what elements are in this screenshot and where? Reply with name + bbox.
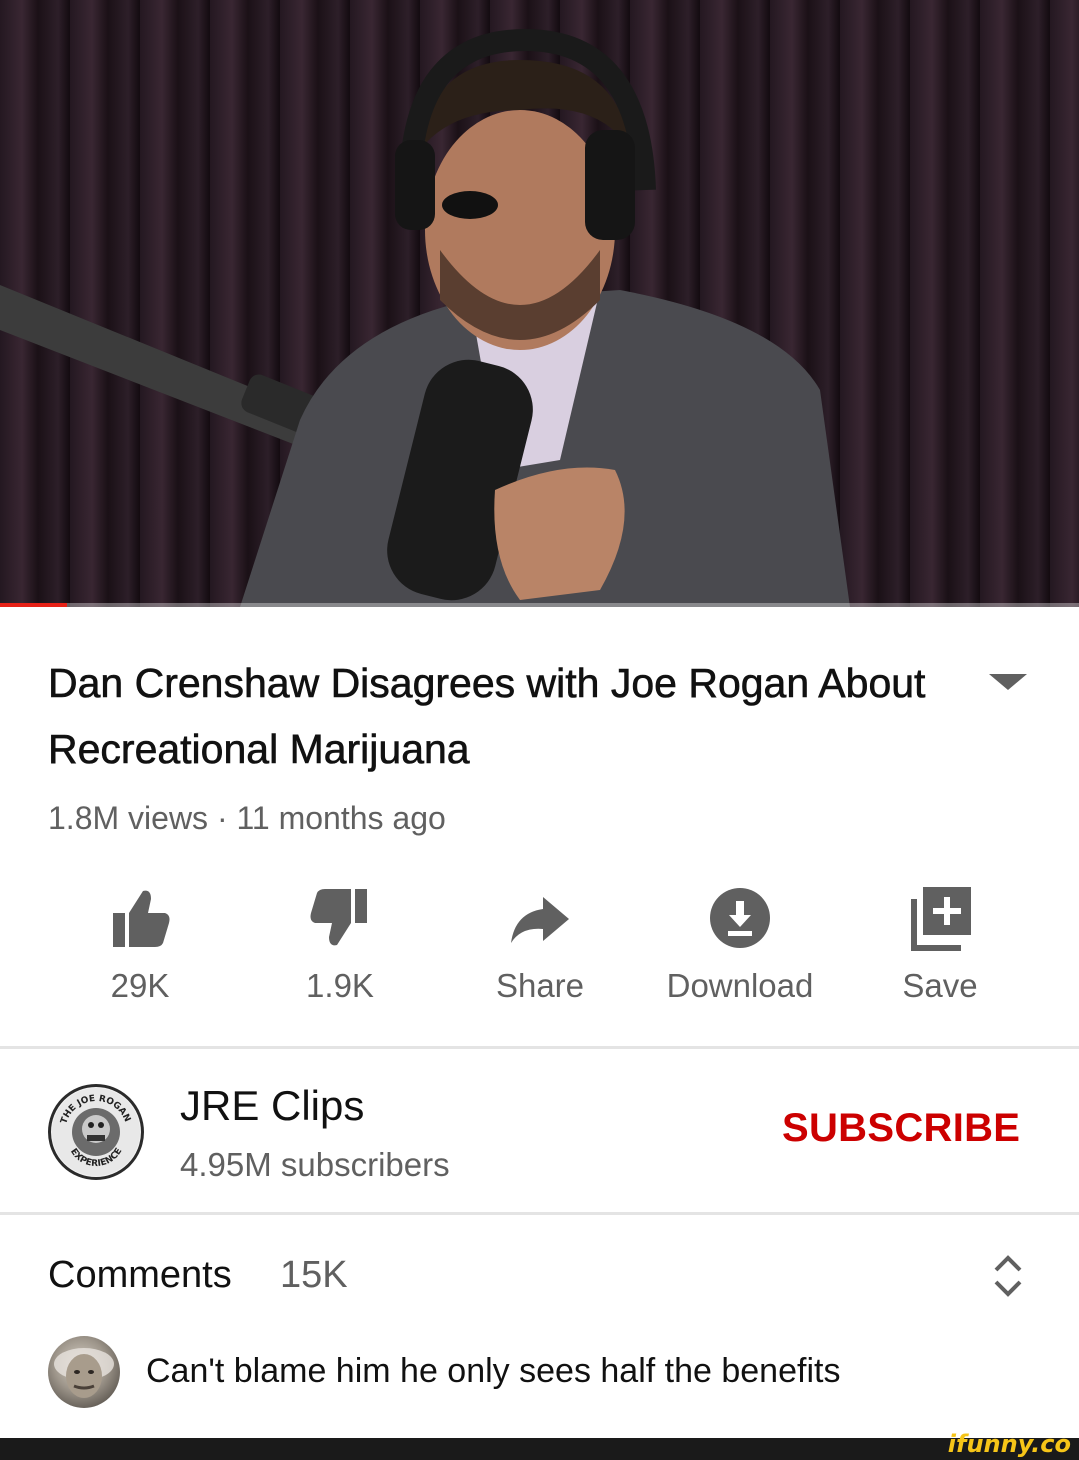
- top-comment-text: Can't blame him he only sees half the be…: [146, 1352, 841, 1390]
- channel-avatar[interactable]: THE JOE ROGAN EXPERIENCE: [48, 1084, 144, 1180]
- progress-fill: [0, 603, 67, 607]
- like-button[interactable]: 29K: [40, 875, 240, 1015]
- subscriber-count: 4.95M subscribers: [180, 1146, 450, 1183]
- dislike-count: 1.9K: [306, 967, 374, 1004]
- share-icon: [511, 897, 569, 943]
- share-button[interactable]: Share: [440, 875, 640, 1015]
- save-button[interactable]: Save: [840, 875, 1040, 1015]
- bottom-bar: [0, 1438, 1079, 1460]
- commenter-face-icon: [54, 1348, 114, 1398]
- dislike-button[interactable]: 1.9K: [240, 875, 440, 1015]
- download-button[interactable]: Download: [640, 875, 840, 1015]
- subscribe-button[interactable]: SUBSCRIBE: [782, 1106, 1020, 1151]
- comments-count: 15K: [280, 1254, 348, 1296]
- channel-name[interactable]: JRE Clips: [180, 1082, 364, 1130]
- video-scene: [0, 28, 850, 607]
- like-count: 29K: [110, 967, 170, 1004]
- add-to-playlist-icon: [911, 887, 971, 951]
- expand-description-icon[interactable]: [989, 674, 1027, 690]
- save-label: Save: [902, 967, 978, 1004]
- divider: [0, 1046, 1079, 1049]
- thumbs-down-icon: [310, 889, 367, 946]
- jre-logo-icon: THE JOE ROGAN EXPERIENCE: [52, 1088, 140, 1176]
- video-player[interactable]: [0, 0, 1079, 607]
- thumbs-up-icon: [113, 890, 170, 947]
- download-icon: [710, 888, 770, 948]
- video-meta: 1.8M views · 11 months ago: [48, 800, 446, 836]
- divider: [0, 1212, 1079, 1215]
- progress-track[interactable]: [0, 603, 1079, 607]
- watermark: ifunny.co: [947, 1430, 1071, 1458]
- expand-collapse-icon[interactable]: [990, 1252, 1026, 1300]
- comments-heading[interactable]: Comments: [48, 1254, 232, 1297]
- video-title: Dan Crenshaw Disagrees with Joe Rogan Ab…: [48, 660, 926, 773]
- share-label: Share: [495, 967, 585, 1004]
- action-bar: 29K 1.9K Share Download Save: [40, 875, 1040, 1015]
- commenter-avatar[interactable]: [48, 1336, 120, 1408]
- download-label: Download: [666, 967, 814, 1004]
